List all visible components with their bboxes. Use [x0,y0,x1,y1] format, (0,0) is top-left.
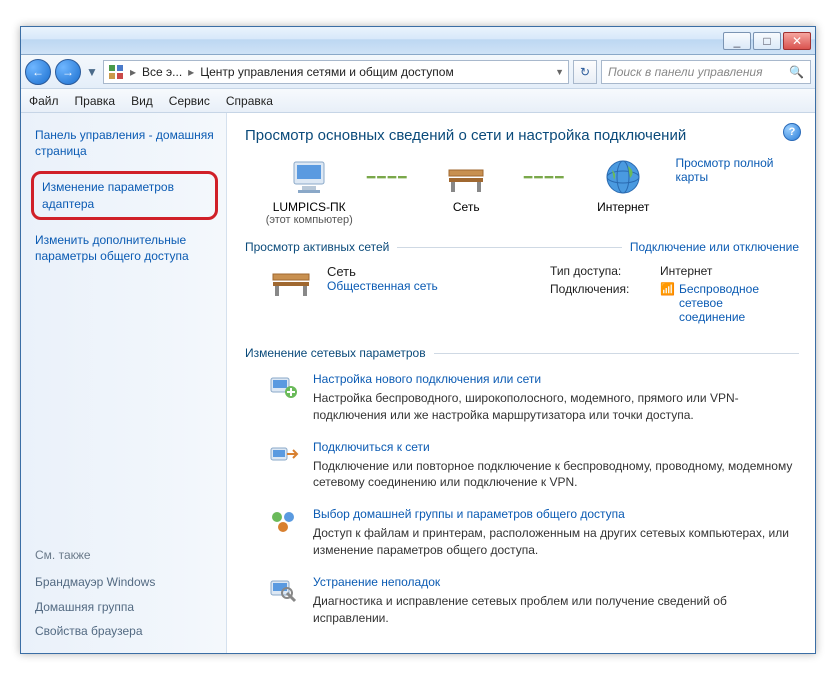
refresh-button[interactable]: ↻ [573,60,597,84]
help-icon[interactable]: ? [783,123,801,141]
new-connection-icon [269,372,299,402]
maximize-button[interactable]: □ [753,32,781,50]
active-networks-heading: Просмотр активных сетей Подключение или … [245,240,799,254]
control-panel-icon [108,64,124,80]
wireless-label: Беспроводное сетевое соединение [679,282,789,324]
map-internet[interactable]: Интернет [575,156,671,214]
connection-line-icon: ━━━━ [361,156,414,198]
search-icon: 🔍 [789,65,804,79]
chevron-right-icon: ▸ [130,65,136,79]
sidebar-homegroup-link[interactable]: Домашняя группа [35,599,214,615]
forward-button[interactable]: → [55,59,81,85]
homegroup-icon [269,507,299,537]
connections-label: Подключения: [550,282,642,324]
menu-edit[interactable]: Правка [75,94,116,108]
close-icon: ✕ [792,34,802,48]
wireless-connection-link[interactable]: 📶 Беспроводное сетевое соединение [660,282,789,324]
sidebar-highlight: Изменение параметров адаптера [31,171,218,219]
active-network-row: Сеть Общественная сеть Тип доступа: Инте… [245,260,799,332]
map-this-pc[interactable]: LUMPICS-ПК (этот компьютер) [261,156,357,226]
sidebar-seealso-heading: См. также [35,548,214,562]
access-type-label: Тип доступа: [550,264,642,278]
chevron-right-icon: ▸ [188,65,194,79]
section-label: Просмотр активных сетей [245,240,389,254]
task-list: Настройка нового подключения или сети На… [245,366,799,626]
menubar: Файл Правка Вид Сервис Справка [21,89,815,113]
menu-file[interactable]: Файл [29,94,59,108]
chevron-down-icon: ▼ [86,65,98,79]
sidebar-advanced-link[interactable]: Изменить дополнительные параметры общего… [35,232,214,264]
sidebar: Панель управления - домашняя страница Из… [21,113,227,653]
task-homegroup[interactable]: Выбор домашней группы и параметров общег… [269,507,793,559]
arrow-left-icon: ← [32,65,44,79]
content: Панель управления - домашняя страница Из… [21,113,815,653]
refresh-icon: ↻ [580,65,590,79]
sidebar-adapter-link[interactable]: Изменение параметров адаптера [42,179,207,211]
task-desc: Диагностика и исправление сетевых пробле… [313,593,793,627]
titlebar: _ □ ✕ [21,27,815,55]
task-desc: Подключение или повторное подключение к … [313,458,793,492]
task-connect-network[interactable]: Подключиться к сети Подключение или повт… [269,440,793,492]
bench-icon [445,156,487,198]
minimize-button[interactable]: _ [723,32,751,50]
network-name: Сеть [327,264,438,279]
close-button[interactable]: ✕ [783,32,811,50]
network-type-link[interactable]: Общественная сеть [327,279,438,293]
main-panel: ? Просмотр основных сведений о сети и на… [227,113,815,653]
task-title: Подключиться к сети [313,440,793,454]
task-title: Настройка нового подключения или сети [313,372,793,386]
connection-line-icon: ━━━━ [518,156,571,198]
sidebar-browser-link[interactable]: Свойства браузера [35,623,214,639]
task-troubleshoot[interactable]: Устранение неполадок Диагностика и испра… [269,575,793,627]
breadcrumb-item[interactable]: Центр управления сетями и общим доступом [200,65,454,79]
sidebar-home-link[interactable]: Панель управления - домашняя страница [35,127,214,159]
signal-icon: 📶 [660,282,675,296]
maximize-icon: □ [763,34,770,48]
full-map-link[interactable]: Просмотр полной карты [675,156,799,184]
troubleshoot-icon [269,575,299,605]
task-title: Устранение неполадок [313,575,793,589]
sidebar-firewall-link[interactable]: Брандмауэр Windows [35,574,214,590]
menu-view[interactable]: Вид [131,94,153,108]
connect-network-icon [269,440,299,470]
navbar: ← → ▼ ▸ Все э... ▸ Центр управления сетя… [21,55,815,89]
connect-disconnect-link[interactable]: Подключение или отключение [630,240,799,254]
task-title: Выбор домашней группы и параметров общег… [313,507,793,521]
internet-label: Интернет [597,200,649,214]
computer-icon [288,156,330,198]
change-settings-heading: Изменение сетевых параметров [245,346,799,360]
network-label: Сеть [453,200,480,214]
bench-icon [269,264,313,302]
globe-icon [602,156,644,198]
page-title: Просмотр основных сведений о сети и наст… [245,127,799,144]
access-type-value: Интернет [660,264,712,278]
task-desc: Настройка беспроводного, широкополосного… [313,390,793,424]
search-input[interactable]: Поиск в панели управления 🔍 [601,60,811,84]
task-new-connection[interactable]: Настройка нового подключения или сети На… [269,372,793,424]
menu-help[interactable]: Справка [226,94,273,108]
section-label: Изменение сетевых параметров [245,346,426,360]
network-map: LUMPICS-ПК (этот компьютер) ━━━━ Сеть ━━… [245,156,799,226]
map-network[interactable]: Сеть [418,156,514,214]
pc-name: LUMPICS-ПК [273,200,346,214]
history-dropdown[interactable]: ▼ [85,62,99,82]
address-bar[interactable]: ▸ Все э... ▸ Центр управления сетями и о… [103,60,569,84]
minimize-icon: _ [734,34,741,48]
arrow-right-icon: → [62,65,74,79]
control-panel-window: _ □ ✕ ← → ▼ ▸ Все э... ▸ Центр управлени… [20,26,816,654]
breadcrumb-item[interactable]: Все э... [142,65,182,79]
task-desc: Доступ к файлам и принтерам, расположенн… [313,525,793,559]
pc-sub: (этот компьютер) [266,214,353,226]
search-placeholder: Поиск в панели управления [608,65,763,79]
menu-tools[interactable]: Сервис [169,94,210,108]
back-button[interactable]: ← [25,59,51,85]
chevron-down-icon[interactable]: ▼ [555,67,564,77]
